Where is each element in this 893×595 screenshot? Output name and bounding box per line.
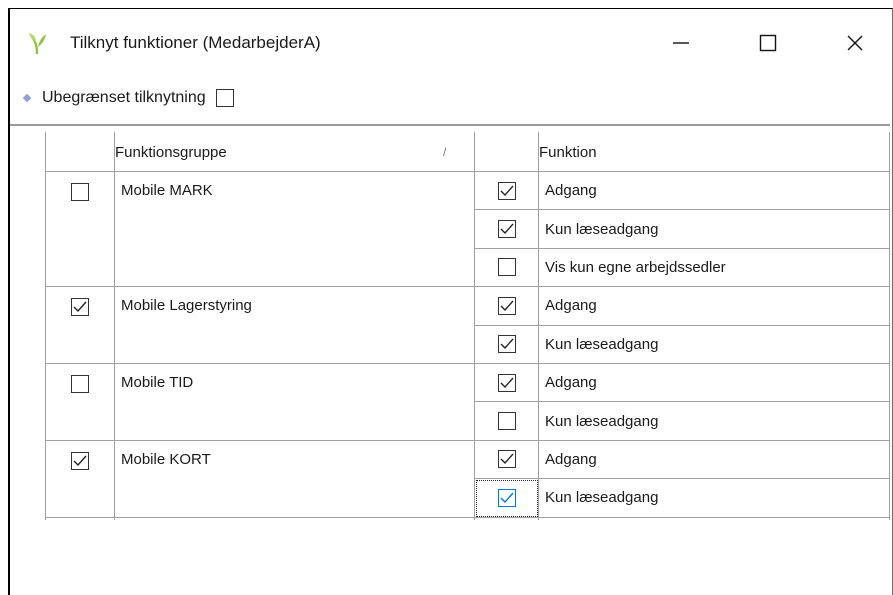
- function-checkbox[interactable]: [497, 181, 516, 200]
- function-name: Kun læseadgang: [545, 220, 659, 238]
- function-checkbox[interactable]: [497, 488, 516, 507]
- group-checkbox[interactable]: [70, 375, 89, 393]
- function-name-cell[interactable]: Adgang: [539, 364, 890, 403]
- column-header-function-label: Funktion: [539, 143, 597, 161]
- close-button[interactable]: [832, 23, 878, 63]
- function-checkbox-cell: [475, 325, 539, 364]
- sort-indicator: /: [443, 145, 447, 159]
- column-header-group-label: Funktionsgruppe: [115, 143, 227, 161]
- group-name-cell[interactable]: Mobile Lagerstyring: [115, 287, 475, 364]
- function-checkbox-cell: [475, 287, 539, 326]
- function-name-cell[interactable]: Vis kun egne arbejdssedler: [539, 248, 890, 288]
- function-checkbox[interactable]: [497, 220, 516, 239]
- function-checkbox-cell: [475, 172, 539, 211]
- function-name-cell[interactable]: Adgang: [539, 440, 890, 480]
- function-checkbox-cell: [475, 440, 539, 480]
- dialog-window: Tilknyt funktioner (MedarbejderA) Ubegræ…: [8, 8, 893, 595]
- group-name: Mobile MARK: [121, 182, 213, 199]
- function-name-cell[interactable]: Kun læseadgang: [539, 479, 890, 518]
- group-name: Mobile TID: [121, 374, 194, 391]
- group-checkbox-cell: [45, 364, 115, 441]
- window-title: Tilknyt funktioner (MedarbejderA): [70, 33, 321, 52]
- function-name: Kun læseadgang: [545, 412, 659, 430]
- close-icon: [847, 35, 863, 51]
- function-name-cell[interactable]: Kun læseadgang: [539, 402, 890, 441]
- maximize-button[interactable]: [745, 23, 791, 63]
- function-checkbox[interactable]: [497, 335, 516, 354]
- function-name-cell[interactable]: Kun læseadgang: [539, 210, 890, 249]
- function-name: Kun læseadgang: [545, 335, 659, 353]
- function-name-cell[interactable]: Kun læseadgang: [539, 325, 890, 364]
- group-name: Mobile KORT: [121, 450, 211, 468]
- function-checkbox-cell: [475, 364, 539, 403]
- function-checkbox[interactable]: [497, 373, 516, 392]
- function-checkbox[interactable]: [497, 258, 516, 277]
- function-checkbox-cell: [475, 479, 539, 518]
- function-checkbox[interactable]: [497, 296, 516, 315]
- function-name: Vis kun egne arbejdssedler: [545, 258, 726, 276]
- group-checkbox-cell: [45, 287, 115, 364]
- app-leaf-icon: [29, 33, 46, 55]
- function-name: Adgang: [545, 182, 597, 200]
- function-checkbox[interactable]: [497, 450, 516, 469]
- function-checkbox-cell: [475, 210, 539, 249]
- unlimited-association-row: Ubegrænset tilknytning: [22, 87, 234, 109]
- unlimited-association-checkbox[interactable]: [215, 89, 234, 107]
- group-name: Mobile Lagerstyring: [121, 297, 252, 315]
- minimize-button[interactable]: [658, 23, 704, 63]
- group-name-cell[interactable]: Mobile KORT: [115, 440, 475, 518]
- function-checkbox-cell: [475, 248, 539, 288]
- unlimited-association-label: Ubegrænset tilknytning: [42, 89, 206, 106]
- group-name-cell[interactable]: Mobile TID: [115, 364, 475, 441]
- group-checkbox-cell: [45, 172, 115, 288]
- minimize-icon: [673, 42, 689, 44]
- group-checkbox-cell: [45, 440, 115, 518]
- group-checkbox[interactable]: [70, 298, 89, 317]
- group-name-cell[interactable]: Mobile MARK: [115, 172, 475, 288]
- function-name: Adgang: [545, 374, 597, 392]
- function-name-cell[interactable]: Adgang: [539, 287, 890, 326]
- function-name: Adgang: [545, 297, 597, 315]
- title-bar: Tilknyt funktioner (MedarbejderA): [10, 9, 892, 71]
- column-header-group[interactable]: Funktionsgruppe: [115, 132, 463, 172]
- function-name: Kun læseadgang: [545, 489, 659, 507]
- group-checkbox[interactable]: [70, 183, 89, 201]
- function-name-cell[interactable]: Adgang: [539, 172, 890, 211]
- function-name: Adgang: [545, 450, 597, 468]
- grid-top-border: [10, 124, 890, 126]
- function-checkbox[interactable]: [497, 412, 516, 431]
- function-checkbox-cell: [475, 402, 539, 441]
- maximize-icon: [759, 34, 777, 52]
- column-header-function[interactable]: Funktion: [539, 132, 879, 172]
- group-checkbox[interactable]: [70, 451, 89, 470]
- functions-grid: Funktionsgruppe / Funktion Mobile MARK Ad…: [45, 132, 890, 520]
- bullet-diamond-icon: [22, 93, 32, 103]
